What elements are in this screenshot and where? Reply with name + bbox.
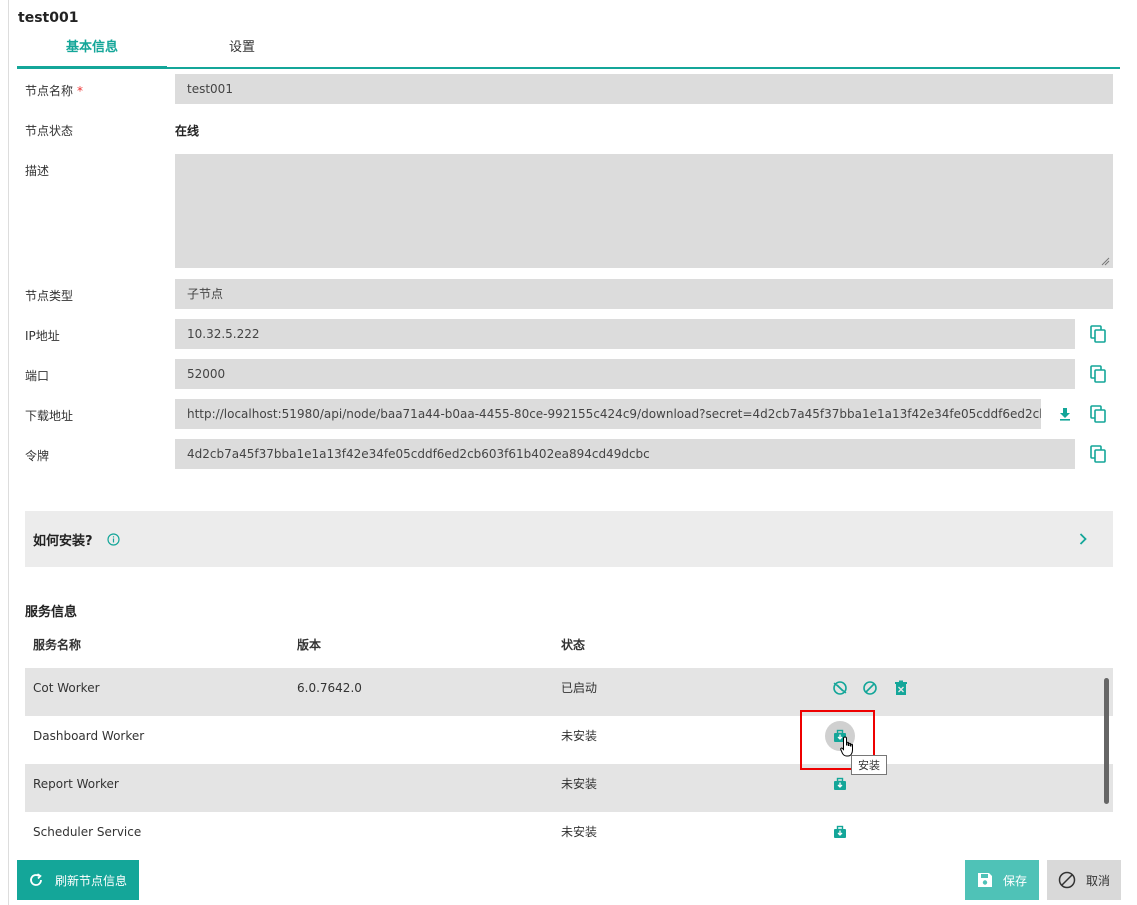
chevron-right-icon <box>1079 533 1087 545</box>
download-url-label: 下载地址 <box>25 409 74 423</box>
refresh-icon <box>30 873 42 886</box>
service-status: 未安装 <box>561 825 598 839</box>
table-row: Dashboard Worker 未安装 <box>25 716 1113 764</box>
install-service-icon[interactable] <box>830 774 850 794</box>
page-title: test001 <box>18 10 79 26</box>
table-scrollbar[interactable] <box>1104 678 1109 804</box>
cancel-button[interactable]: 取消 <box>1047 860 1121 900</box>
refresh-label: 刷新节点信息 <box>54 873 127 888</box>
service-name: Cot Worker <box>33 681 100 695</box>
service-status: 已启动 <box>561 681 598 695</box>
stop-service-icon[interactable] <box>860 678 880 698</box>
node-type-select[interactable]: 子节点 <box>175 279 1113 309</box>
table-row: Cot Worker 6.0.7642.0 已启动 <box>25 668 1113 716</box>
install-help-title: 如何安装? <box>33 533 93 549</box>
service-name: Report Worker <box>33 777 119 791</box>
description-textarea[interactable] <box>175 154 1113 268</box>
tab-settings[interactable]: 设置 <box>167 36 317 67</box>
copy-token-icon[interactable] <box>1088 444 1108 464</box>
service-status: 未安装 <box>561 777 598 791</box>
copy-port-icon[interactable] <box>1088 364 1108 384</box>
info-icon <box>106 532 120 546</box>
tab-bar: 基本信息 设置 <box>17 36 1120 69</box>
token-label: 令牌 <box>25 449 50 463</box>
table-row: Scheduler Service 未安装 <box>25 812 1113 852</box>
download-icon[interactable] <box>1055 404 1075 424</box>
install-tooltip: 安装 <box>851 755 887 775</box>
hand-cursor-icon <box>840 736 853 757</box>
uninstall-service-icon[interactable] <box>891 678 911 698</box>
ip-input[interactable]: 10.32.5.222 <box>175 319 1075 349</box>
save-button[interactable]: 保存 <box>965 860 1039 900</box>
col-header-name: 服务名称 <box>33 638 82 652</box>
service-status: 未安装 <box>561 729 598 743</box>
col-header-status: 状态 <box>561 638 586 652</box>
copy-ip-icon[interactable] <box>1088 324 1108 344</box>
service-name: Scheduler Service <box>33 825 142 839</box>
node-type-label: 节点类型 <box>25 289 74 303</box>
node-status-label: 节点状态 <box>25 124 74 138</box>
tab-basic-info[interactable]: 基本信息 <box>17 36 167 69</box>
restart-service-icon[interactable] <box>830 678 850 698</box>
col-header-version: 版本 <box>297 638 322 652</box>
download-url-input[interactable]: http://localhost:51980/api/node/baa71a44… <box>175 399 1041 429</box>
cancel-label: 取消 <box>1085 873 1110 888</box>
description-label: 描述 <box>25 164 50 178</box>
ip-label: IP地址 <box>25 329 60 343</box>
node-name-input[interactable]: test001 <box>175 74 1113 104</box>
resize-handle-icon[interactable] <box>1101 257 1110 266</box>
service-name: Dashboard Worker <box>33 729 145 743</box>
services-section-title: 服务信息 <box>25 605 78 620</box>
port-label: 端口 <box>25 369 50 383</box>
copy-download-url-icon[interactable] <box>1088 404 1108 424</box>
refresh-node-button[interactable]: 刷新节点信息 <box>17 860 139 900</box>
port-input[interactable]: 52000 <box>175 359 1075 389</box>
save-icon <box>977 873 992 887</box>
required-mark: * <box>77 84 84 98</box>
save-label: 保存 <box>1002 873 1027 888</box>
node-name-label-text: 节点名称 <box>25 84 74 98</box>
cancel-icon <box>1058 871 1076 889</box>
service-version: 6.0.7642.0 <box>297 681 362 695</box>
token-input[interactable]: 4d2cb7a45f37bba1e1a13f42e34fe05cddf6ed2c… <box>175 439 1075 469</box>
table-row: Report Worker 未安装 <box>25 764 1113 812</box>
install-help-accordion[interactable]: 如何安装? <box>25 511 1113 567</box>
node-status-value: 在线 <box>175 124 200 138</box>
left-border <box>8 0 9 905</box>
install-service-icon[interactable] <box>830 822 850 842</box>
node-name-label: 节点名称 * <box>25 82 83 99</box>
